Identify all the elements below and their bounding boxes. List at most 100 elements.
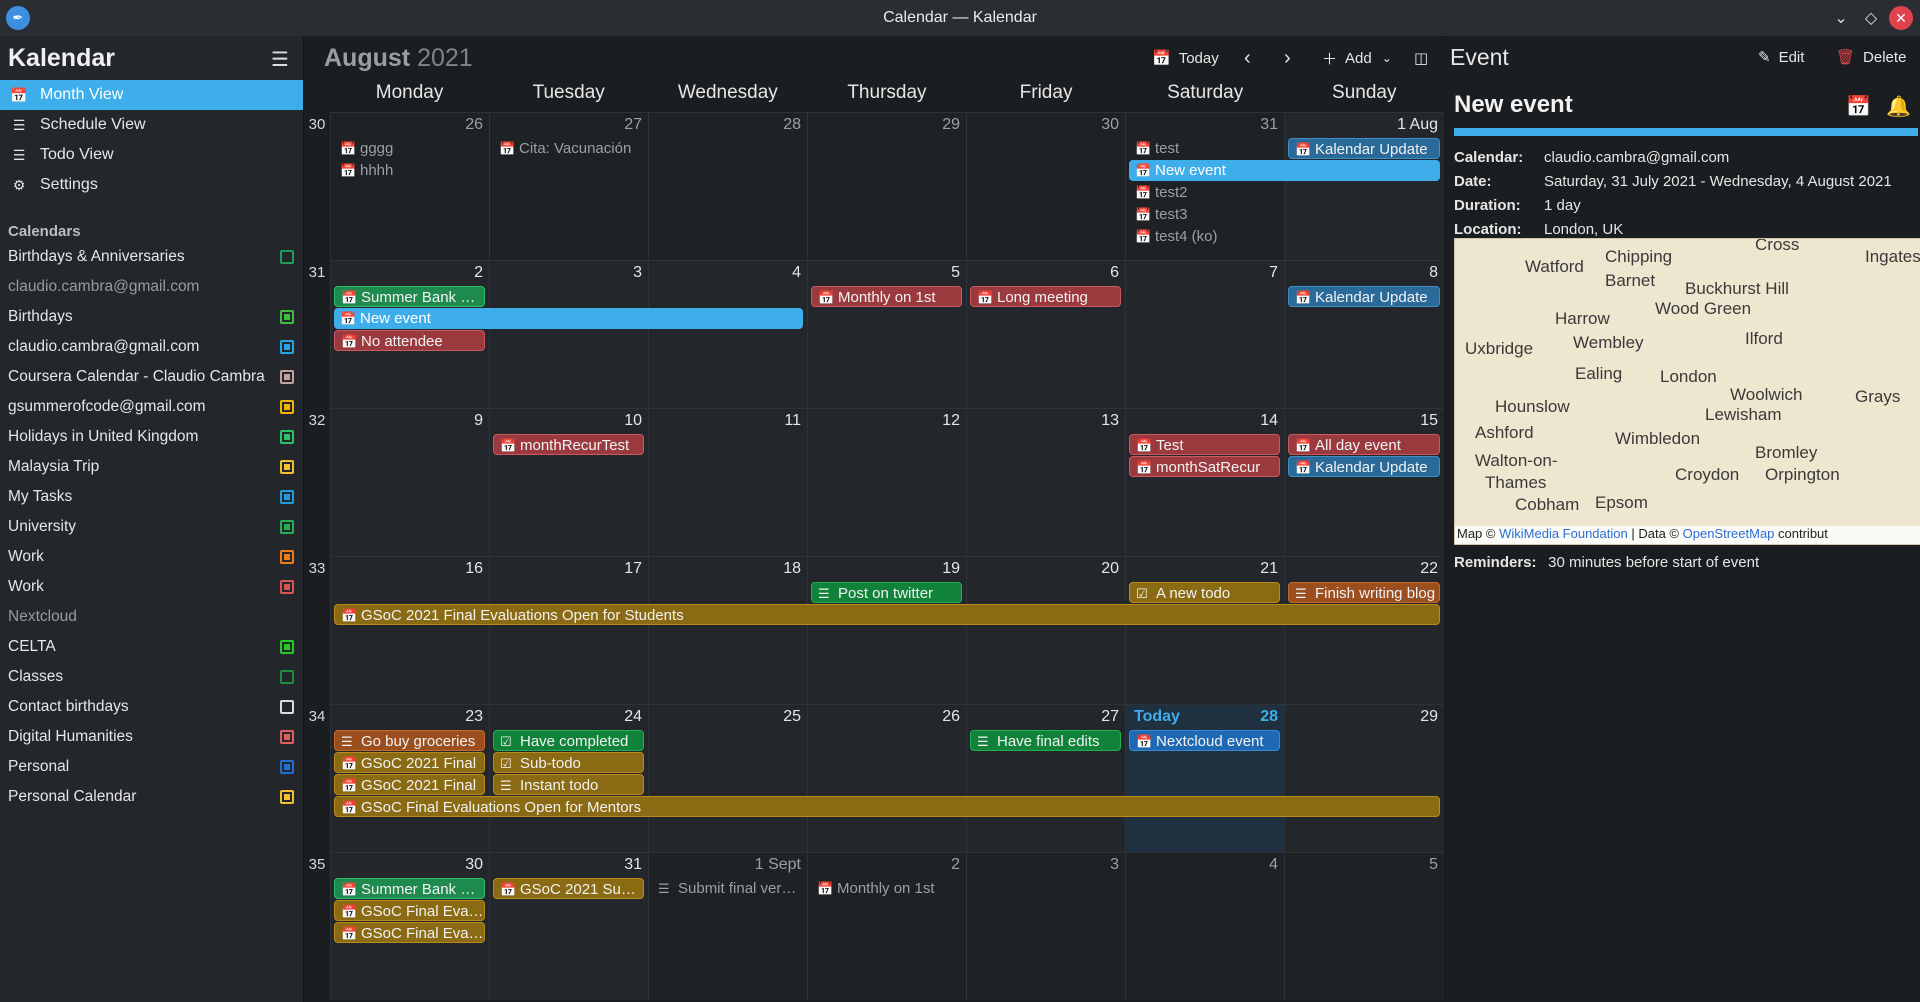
calendar-item[interactable]: Birthdays & Anniversaries <box>0 242 303 272</box>
day-cell[interactable]: 20 <box>966 556 1125 704</box>
previous-month-button[interactable]: ‹ <box>1244 46 1251 70</box>
day-cell[interactable]: 27 <box>489 112 648 260</box>
calendar-item[interactable]: Holidays in United Kingdom <box>0 422 303 452</box>
calendar-event[interactable]: 📅 GSoC 2021 Final Evaluations Open for St… <box>334 604 1440 625</box>
calendar-event[interactable]: ☰ Go buy groceries <box>334 730 485 751</box>
calendar-item[interactable]: Birthdays <box>0 302 303 332</box>
calendar-item[interactable]: Work <box>0 542 303 572</box>
day-cell[interactable]: 11 <box>648 408 807 556</box>
calendar-event[interactable]: 📅 GSoC 2021 Submit <box>493 878 644 899</box>
add-button[interactable]: ＋ Add ⌄ <box>1322 46 1392 70</box>
edit-button[interactable]: ✎ Edit <box>1758 48 1804 67</box>
calendar-event[interactable]: 📅 GSoC 2021 Final <box>334 752 485 773</box>
day-cell[interactable]: 25 <box>648 704 807 852</box>
day-cell[interactable]: 29 <box>807 112 966 260</box>
day-cell[interactable]: 28 Today <box>1125 704 1284 852</box>
day-cell[interactable]: 3 <box>489 260 648 408</box>
day-cell[interactable]: 29 <box>1284 704 1444 852</box>
nav-item-month-view[interactable]: 📅 Month View <box>0 80 303 110</box>
calendar-event[interactable]: 📅 Long meeting <box>970 286 1121 307</box>
calendar-event[interactable]: ☰ Submit final version <box>652 878 803 899</box>
day-cell[interactable]: 18 <box>648 556 807 704</box>
day-cell[interactable]: 4 <box>648 260 807 408</box>
day-cell[interactable]: 22 <box>1284 556 1444 704</box>
calendar-item[interactable]: Personal Calendar <box>0 782 303 812</box>
day-cell[interactable]: 4 <box>1125 852 1284 1000</box>
day-cell[interactable]: 10 <box>489 408 648 556</box>
calendar-item[interactable]: gsummerofcode@gmail.com <box>0 392 303 422</box>
day-cell[interactable]: 8 <box>1284 260 1444 408</box>
calendar-item[interactable]: Contact birthdays <box>0 692 303 722</box>
calendar-checkbox[interactable] <box>280 520 294 534</box>
calendar-event[interactable]: 📅 Kalendar Update <box>1288 286 1440 307</box>
calendar-event[interactable]: 📅 Monthly on 1st <box>811 286 962 307</box>
calendar-checkbox[interactable] <box>280 340 294 354</box>
calendar-event[interactable]: ☑ Sub-todo <box>493 752 644 773</box>
calendar-event[interactable]: 📅 monthSatRecur <box>1129 456 1280 477</box>
day-cell[interactable]: 2 <box>807 852 966 1000</box>
calendar-event[interactable]: 📅 Kalendar Update <box>1288 456 1440 477</box>
calendar-event[interactable]: 📅 test3 <box>1129 204 1280 225</box>
location-map[interactable]: Epsom Cobham Croydon Orpington Bromley Thames… <box>1454 238 1920 545</box>
calendar-event[interactable]: ☰ Finish writing blog <box>1288 582 1440 603</box>
calendar-event[interactable]: 📅 GSoC Final Evaluations Open for Mentors <box>334 796 1440 817</box>
calendar-event[interactable]: 📅 Test <box>1129 434 1280 455</box>
calendar-event[interactable]: ☑ Have completed <box>493 730 644 751</box>
day-cell[interactable]: 3 <box>966 852 1125 1000</box>
day-cell[interactable]: 27 <box>966 704 1125 852</box>
calendar-item[interactable]: Digital Humanities <box>0 722 303 752</box>
calendar-checkbox[interactable] <box>280 640 294 654</box>
day-cell[interactable]: 31 <box>489 852 648 1000</box>
calendar-checkbox[interactable] <box>280 460 294 474</box>
calendar-event[interactable]: 📅 Cita: Vacunación <box>493 138 644 159</box>
calendar-item[interactable]: claudio.cambra@gmail.com <box>0 332 303 362</box>
day-cell[interactable]: 26 <box>330 112 489 260</box>
day-cell[interactable]: 1 Sept <box>648 852 807 1000</box>
sidebar-toggle-button[interactable]: ◫ <box>1414 46 1428 70</box>
calendar-checkbox[interactable] <box>280 250 294 264</box>
calendar-item[interactable]: CELTA <box>0 632 303 662</box>
day-cell[interactable]: 30 <box>966 112 1125 260</box>
calendar-event[interactable]: 📅GSoC Final Evaluations <box>334 922 485 943</box>
delete-button[interactable]: 🗑 Delete <box>1836 48 1906 67</box>
calendar-checkbox[interactable] <box>280 400 294 414</box>
calendar-event[interactable]: 📅Summer Bank Holiday <box>334 878 485 899</box>
day-cell[interactable]: 14 <box>1125 408 1284 556</box>
today-button[interactable]: 📅 Today <box>1152 46 1219 70</box>
calendar-event[interactable]: 📅 test <box>1129 138 1280 159</box>
day-cell[interactable]: 1 Aug <box>1284 112 1444 260</box>
calendar-event[interactable]: ☰ Post on twitter <box>811 582 962 603</box>
calendar-event[interactable]: 📅 New event <box>1129 160 1440 181</box>
day-cell[interactable]: 12 <box>807 408 966 556</box>
day-cell[interactable]: 17 <box>489 556 648 704</box>
calendar-event[interactable]: 📅 test4 (ko) <box>1129 226 1280 247</box>
calendar-item[interactable]: Work <box>0 572 303 602</box>
calendar-event[interactable]: 📅 GSoC 2021 Final <box>334 774 485 795</box>
day-cell[interactable]: 26 <box>807 704 966 852</box>
calendar-item[interactable]: University <box>0 512 303 542</box>
calendar-event[interactable]: 📅 New event <box>334 308 803 329</box>
day-cell[interactable]: 6 <box>966 260 1125 408</box>
nav-item-schedule-view[interactable]: ☰ Schedule View <box>0 110 303 140</box>
openstreetmap-link[interactable]: OpenStreetMap <box>1683 526 1775 541</box>
maximize-icon[interactable]: ◇ <box>1859 6 1883 30</box>
calendar-checkbox[interactable] <box>280 730 294 744</box>
nav-item-settings[interactable]: ⚙ Settings <box>0 170 303 200</box>
day-cell[interactable]: 15 <box>1284 408 1444 556</box>
calendar-event[interactable]: 📅 gggg <box>334 138 485 159</box>
calendar-checkbox[interactable] <box>280 700 294 714</box>
calendar-checkbox[interactable] <box>280 550 294 564</box>
calendar-item[interactable]: Classes <box>0 662 303 692</box>
day-cell[interactable]: 19 <box>807 556 966 704</box>
calendar-checkbox[interactable] <box>280 430 294 444</box>
hamburger-menu-icon[interactable]: ☰ <box>268 48 292 72</box>
calendar-checkbox[interactable] <box>280 490 294 504</box>
day-cell[interactable]: 5 <box>807 260 966 408</box>
calendar-event[interactable]: 📅 All day event <box>1288 434 1440 455</box>
calendar-item[interactable]: Personal <box>0 752 303 782</box>
close-icon[interactable]: ✕ <box>1889 6 1913 30</box>
calendar-checkbox[interactable] <box>280 370 294 384</box>
minimize-icon[interactable]: ⌄ <box>1829 6 1853 30</box>
calendar-checkbox[interactable] <box>280 310 294 324</box>
day-cell[interactable]: 13 <box>966 408 1125 556</box>
